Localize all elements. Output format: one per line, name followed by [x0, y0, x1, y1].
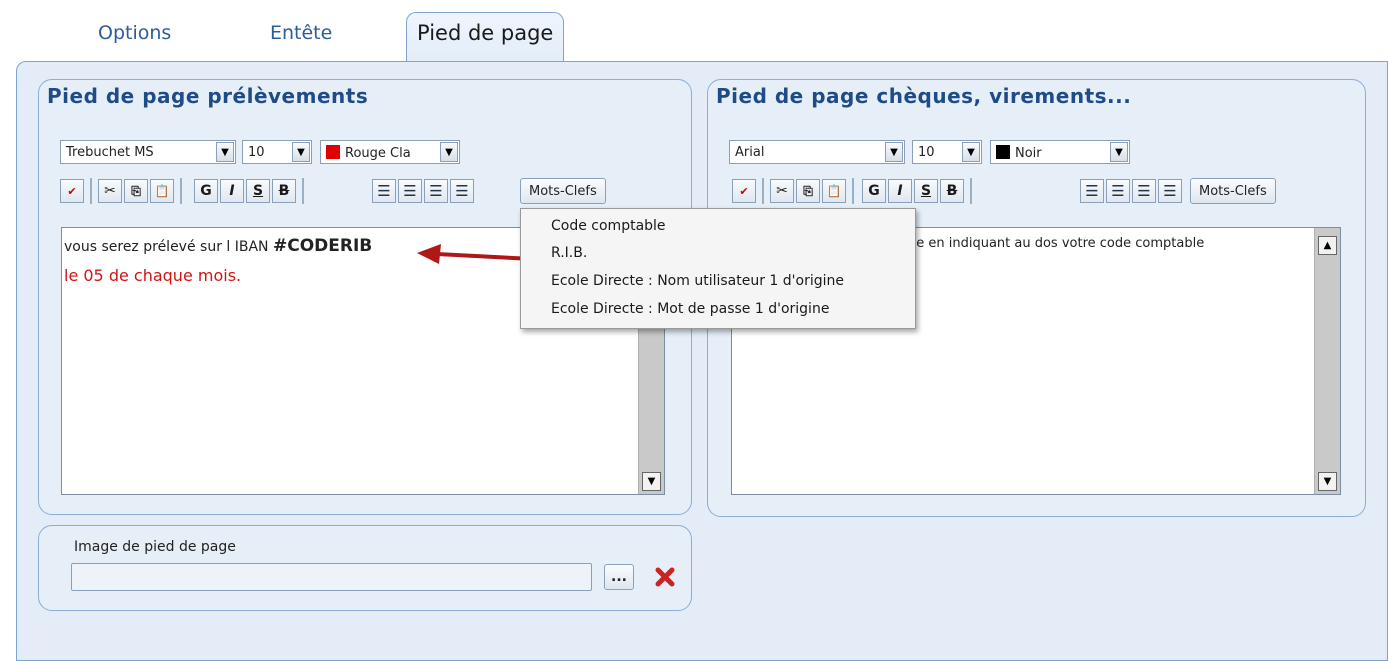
image-path-field[interactable]	[71, 563, 592, 591]
font-select-right[interactable]: Arial ▼	[729, 140, 905, 164]
toolbar-separator	[762, 178, 764, 204]
editor-line-1: ue en indiquant au dos votre code compta…	[908, 236, 1205, 251]
bold-button[interactable]: G	[862, 179, 886, 203]
menu-item-code-comptable[interactable]: Code comptable	[551, 218, 666, 234]
size-select-right-value: 10	[918, 145, 935, 160]
size-select-left-value: 10	[248, 145, 265, 160]
editor-line-1: vous serez prélevé sur l IBAN #CODERIB	[64, 236, 372, 256]
scroll-up-icon[interactable]: ▲	[1318, 236, 1337, 255]
keywords-button-left[interactable]: Mots-Clefs	[520, 178, 606, 204]
delete-icon[interactable]	[655, 567, 675, 587]
toolbar-separator	[302, 178, 304, 204]
scroll-down-icon[interactable]: ▼	[642, 472, 661, 491]
toolbar-separator	[970, 178, 972, 204]
menu-item-nom-utilisateur[interactable]: Ecole Directe : Nom utilisateur 1 d'orig…	[551, 273, 844, 289]
align-center-icon[interactable]: ☰	[398, 179, 422, 203]
chevron-down-icon[interactable]: ▼	[292, 142, 310, 162]
color-select-left-value: Rouge Cla	[345, 146, 411, 161]
align-right-icon[interactable]: ☰	[424, 179, 448, 203]
menu-item-mot-de-passe[interactable]: Ecole Directe : Mot de passe 1 d'origine	[551, 301, 829, 317]
underline-button[interactable]: S	[914, 179, 938, 203]
align-right-icon[interactable]: ☰	[1132, 179, 1156, 203]
annotation-arrow-icon	[417, 244, 534, 264]
chevron-down-icon[interactable]: ▼	[216, 142, 234, 162]
paste-icon[interactable]: 📋	[822, 179, 846, 203]
align-center-icon[interactable]: ☰	[1106, 179, 1130, 203]
chevron-down-icon[interactable]: ▼	[440, 142, 458, 162]
tab-pied-de-page[interactable]: Pied de page	[406, 12, 565, 64]
color-swatch-left	[326, 145, 340, 159]
underline-button[interactable]: S	[246, 179, 270, 203]
toolbar-separator	[852, 178, 854, 204]
chevron-down-icon[interactable]: ▼	[1110, 142, 1128, 162]
align-justify-icon[interactable]: ☰	[1158, 179, 1182, 203]
italic-button[interactable]: I	[888, 179, 912, 203]
align-justify-icon[interactable]: ☰	[450, 179, 474, 203]
keyword-coderib: #CODERIB	[272, 236, 373, 256]
menu-item-rib[interactable]: R.I.B.	[551, 245, 587, 261]
editor-text-1: vous serez prélevé sur l IBAN	[64, 239, 273, 255]
tab-strip: Options Entête Pied de page	[0, 0, 1388, 64]
keywords-menu: Code comptable R.I.B. Ecole Directe : No…	[520, 208, 916, 329]
browse-button[interactable]: ...	[604, 564, 634, 590]
paste-icon[interactable]: 📋	[150, 179, 174, 203]
color-swatch-right	[996, 145, 1010, 159]
cut-icon[interactable]: ✂	[770, 179, 794, 203]
color-select-left[interactable]: Rouge Cla ▼	[320, 140, 460, 164]
strike-button[interactable]: B	[272, 179, 296, 203]
scrollbar-right[interactable]: ▲ ▼	[1314, 228, 1340, 494]
chevron-down-icon[interactable]: ▼	[962, 142, 980, 162]
editor-line-2: le 05 de chaque mois.	[64, 266, 242, 285]
chevron-down-icon[interactable]: ▼	[885, 142, 903, 162]
tab-options[interactable]: Options	[98, 22, 171, 44]
tab-entete[interactable]: Entête	[270, 22, 332, 44]
font-select-left[interactable]: Trebuchet MS ▼	[60, 140, 236, 164]
size-select-left[interactable]: 10 ▼	[242, 140, 312, 164]
image-field-label: Image de pied de page	[74, 539, 236, 555]
copy-icon[interactable]: ⎘	[796, 179, 820, 203]
color-select-right[interactable]: Noir ▼	[990, 140, 1130, 164]
cut-icon[interactable]: ✂	[98, 179, 122, 203]
scroll-down-icon[interactable]: ▼	[1318, 472, 1337, 491]
group-title-prelevements: Pied de page prélèvements	[47, 84, 369, 108]
copy-icon[interactable]: ⎘	[124, 179, 148, 203]
font-select-right-value: Arial	[735, 145, 765, 160]
spellcheck-icon[interactable]: ✔	[732, 179, 756, 203]
color-select-right-value: Noir	[1015, 146, 1042, 161]
toolbar-separator	[90, 178, 92, 204]
font-select-left-value: Trebuchet MS	[66, 145, 154, 160]
strike-button[interactable]: B	[940, 179, 964, 203]
keywords-button-right[interactable]: Mots-Clefs	[1190, 178, 1276, 204]
italic-button[interactable]: I	[220, 179, 244, 203]
size-select-right[interactable]: 10 ▼	[912, 140, 982, 164]
align-left-icon[interactable]: ☰	[1080, 179, 1104, 203]
group-title-cheques: Pied de page chèques, virements...	[716, 84, 1132, 108]
bold-button[interactable]: G	[194, 179, 218, 203]
spellcheck-icon[interactable]: ✔	[60, 179, 84, 203]
toolbar-separator	[180, 178, 182, 204]
align-left-icon[interactable]: ☰	[372, 179, 396, 203]
